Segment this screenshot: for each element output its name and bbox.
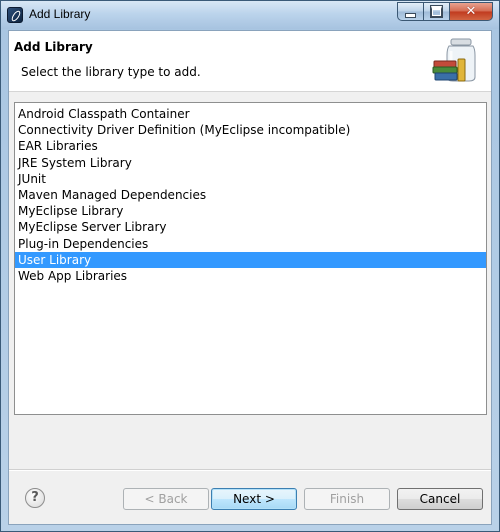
- library-jars-books-icon: [432, 38, 476, 82]
- back-button[interactable]: < Back: [123, 488, 209, 510]
- list-item[interactable]: MyEclipse Server Library: [15, 219, 486, 235]
- maximize-icon: [430, 5, 443, 18]
- list-item[interactable]: Android Classpath Container: [15, 106, 486, 122]
- list-item[interactable]: Maven Managed Dependencies: [15, 187, 486, 203]
- list-item[interactable]: JUnit: [15, 171, 486, 187]
- minimize-icon: [405, 12, 416, 18]
- list-item[interactable]: Plug-in Dependencies: [15, 236, 486, 252]
- finish-button[interactable]: Finish: [304, 488, 390, 510]
- cancel-button[interactable]: Cancel: [397, 488, 483, 510]
- list-item[interactable]: Connectivity Driver Definition (MyEclips…: [15, 122, 486, 138]
- list-item[interactable]: MyEclipse Library: [15, 203, 486, 219]
- dialog-body: Add Library Select the library type to a…: [8, 30, 492, 525]
- close-button[interactable]: ✕: [449, 2, 493, 21]
- wizard-header: Add Library Select the library type to a…: [9, 31, 491, 92]
- library-type-list[interactable]: Android Classpath Container Connectivity …: [14, 102, 487, 415]
- myeclipse-app-icon: [7, 7, 23, 23]
- help-button[interactable]: ?: [25, 488, 45, 508]
- title-bar[interactable]: Add Library ✕: [1, 1, 499, 29]
- next-button[interactable]: Next >: [211, 488, 297, 510]
- list-item[interactable]: Web App Libraries: [15, 268, 486, 284]
- minimize-button[interactable]: [397, 2, 423, 21]
- page-title: Add Library: [14, 40, 93, 54]
- button-bar-separator: [9, 469, 491, 471]
- list-item[interactable]: JRE System Library: [15, 155, 486, 171]
- page-description: Select the library type to add.: [21, 65, 201, 79]
- maximize-button[interactable]: [423, 2, 449, 21]
- window-title: Add Library: [29, 7, 91, 21]
- list-item[interactable]: User Library: [15, 251, 486, 268]
- window-controls: ✕: [397, 2, 493, 22]
- list-item[interactable]: EAR Libraries: [15, 138, 486, 154]
- add-library-dialog: Add Library ✕ Add Library Select the lib…: [0, 0, 500, 532]
- close-icon: ✕: [465, 4, 477, 19]
